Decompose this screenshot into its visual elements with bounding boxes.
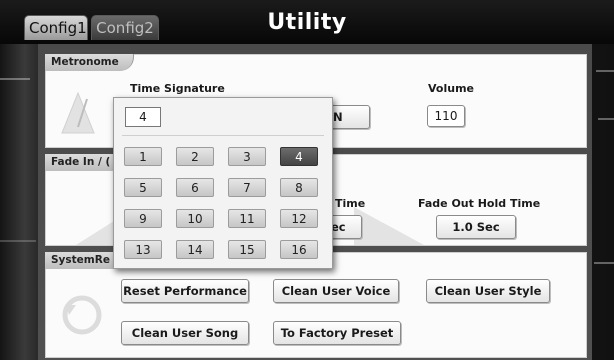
time-signature-label: Time Signature [130, 82, 225, 95]
keypad-key[interactable]: 1 [124, 147, 162, 166]
popup-divider [122, 135, 324, 136]
background-streak [594, 262, 614, 264]
keypad-key[interactable]: 14 [176, 240, 214, 259]
keypad-key[interactable]: 5 [124, 178, 162, 197]
keypad-key[interactable]: 8 [280, 178, 318, 197]
clean-user-voice-button[interactable]: Clean User Voice [273, 279, 399, 303]
volume-label: Volume [428, 82, 474, 95]
keypad-key[interactable]: 7 [228, 178, 266, 197]
background-streak [0, 240, 36, 242]
to-factory-preset-button[interactable]: To Factory Preset [273, 321, 401, 345]
time-signature-popup: 4 1 2 3 4 5 6 7 8 9 10 11 12 13 14 15 16 [113, 97, 333, 269]
keypad-key[interactable]: 2 [176, 147, 214, 166]
page-title: Utility [267, 10, 347, 35]
clean-user-style-button[interactable]: Clean User Style [426, 279, 550, 303]
fade-out-hold-time-value[interactable]: 1.0 Sec [436, 215, 516, 239]
keypad-key[interactable]: 4 [280, 147, 318, 166]
fade-time-value[interactable]: ec [328, 215, 362, 239]
metronome-icon [61, 91, 95, 134]
keypad-key[interactable]: 3 [228, 147, 266, 166]
reset-icon [62, 295, 102, 335]
keypad-key[interactable]: 10 [176, 209, 214, 228]
keypad-key[interactable]: 11 [228, 209, 266, 228]
background-streak [0, 78, 30, 80]
fade-time-label: Time [335, 197, 366, 210]
reset-performance-button[interactable]: Reset Performance [121, 279, 249, 303]
time-signature-input[interactable]: 4 [125, 107, 161, 127]
keypad-key[interactable]: 12 [280, 209, 318, 228]
title-bar: Config1 Config2 Utility [0, 0, 614, 44]
clean-user-song-button[interactable]: Clean User Song [121, 321, 249, 345]
keypad-key[interactable]: 9 [124, 209, 162, 228]
fade-out-ramp-icon [354, 207, 424, 245]
keypad-key[interactable]: 16 [280, 240, 318, 259]
volume-value[interactable]: 110 [427, 105, 465, 127]
fade-out-hold-time-label: Fade Out Hold Time [418, 197, 541, 210]
background-streak [598, 118, 614, 120]
background-streak [596, 70, 614, 72]
keypad-key[interactable]: 15 [228, 240, 266, 259]
metronome-section-label: Metronome [45, 54, 134, 71]
metronome-mode-button[interactable]: N [328, 105, 370, 129]
keypad-key[interactable]: 6 [176, 178, 214, 197]
keypad-key[interactable]: 13 [124, 240, 162, 259]
screen: Config1 Config2 Utility Metronome Time S… [0, 0, 614, 360]
